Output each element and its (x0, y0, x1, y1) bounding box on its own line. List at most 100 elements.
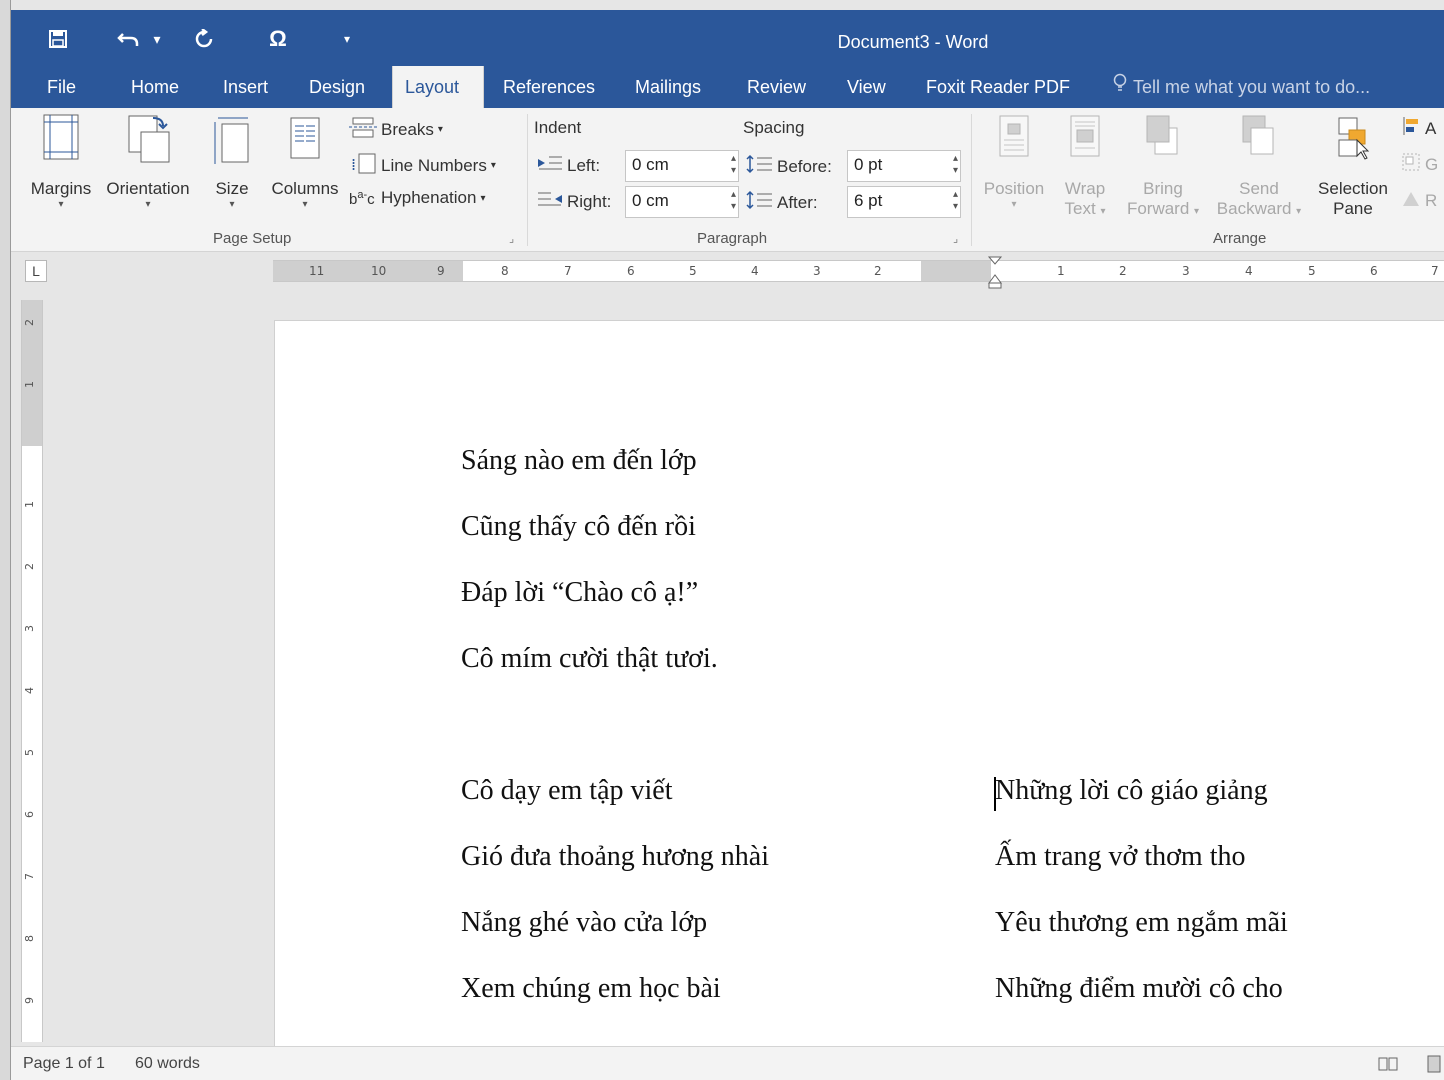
vertical-ruler-tick: 4 (23, 687, 36, 694)
vertical-ruler-tick: 3 (23, 625, 36, 632)
tab-design[interactable]: Design (309, 66, 365, 108)
hyphenation-dropdown-icon: ▾ (480, 192, 486, 204)
line-numbers-dropdown-icon: ▾ (490, 160, 496, 171)
spacing-before-icon (745, 154, 773, 179)
indent-right-spinner-icon[interactable]: ▴ ▾ (731, 189, 736, 213)
poem-line: Cũng thấy cô đến rồi (461, 511, 696, 542)
tab-insert[interactable]: Insert (223, 66, 268, 108)
line-numbers-button[interactable]: ⁞ Line Numbers ▾ (349, 152, 496, 179)
breaks-button[interactable]: Breaks ▾ (349, 116, 443, 143)
tab-selector-button[interactable]: L (25, 260, 47, 282)
spacing-after-spinner-icon[interactable]: ▴ ▾ (953, 189, 958, 213)
arrange-group-label: Arrange (1213, 230, 1267, 247)
spacing-before-spinner-icon[interactable]: ▴ ▾ (953, 153, 958, 177)
tab-review[interactable]: Review (747, 66, 806, 108)
ruler-tick: 5 (1308, 264, 1316, 278)
send-backward-label-2: Backward (1216, 199, 1292, 218)
group-button[interactable]: G (1401, 152, 1438, 177)
vertical-ruler-tick: 2 (23, 319, 36, 326)
poem-line-right-column: Những điểm mười cô cho (995, 973, 1283, 1004)
spacing-before-input[interactable]: 0 pt ▴ ▾ (847, 150, 961, 182)
document-page[interactable]: Sáng nào em đến lớp Cũng thấy cô đến rồi… (274, 320, 1444, 1046)
indent-right-input[interactable]: 0 cm ▴ ▾ (625, 186, 739, 218)
window-edge (0, 0, 10, 1080)
align-button[interactable]: A (1401, 116, 1436, 141)
page-count-status[interactable]: Page 1 of 1 (23, 1055, 105, 1073)
word-count-status[interactable]: 60 words (135, 1055, 200, 1073)
position-icon (977, 112, 1051, 171)
read-mode-icon[interactable] (1377, 1055, 1399, 1073)
bring-forward-button[interactable]: Bring Forward ▾ (1119, 112, 1207, 219)
columns-label: Columns (271, 179, 339, 198)
tab-view[interactable]: View (847, 66, 886, 108)
ruler-tick: 1 (1057, 264, 1065, 278)
hyphenation-icon: ba-c (349, 188, 375, 208)
ruler-tick: 6 (627, 264, 635, 278)
margins-button[interactable]: Margins ▾ (19, 112, 103, 210)
tell-me-box[interactable]: Tell me what you want to do... (1113, 66, 1370, 108)
size-label: Size (215, 179, 249, 198)
send-backward-button[interactable]: Send Backward ▾ (1211, 112, 1307, 219)
poem-line: Cô mím cười thật tươi. (461, 643, 718, 674)
title-bar: ▾ Ω ▾ Document3 - Word (11, 10, 1444, 66)
tab-file[interactable]: File (47, 66, 76, 108)
tab-references[interactable]: References (503, 66, 595, 108)
ruler-tick: 3 (813, 264, 821, 278)
line-numbers-icon: ⁞ (349, 152, 377, 179)
spacing-after-input[interactable]: 6 pt ▴ ▾ (847, 186, 961, 218)
orientation-label: Orientation (106, 179, 190, 198)
ruler-indent-gap (921, 261, 991, 281)
ribbon-tabs: File Home Insert Design Layout Reference… (11, 66, 1444, 108)
hyphenation-label: Hyphenation (381, 188, 477, 207)
tab-foxit-reader-pdf[interactable]: Foxit Reader PDF (926, 66, 1070, 108)
wrap-text-label-2: Text (1064, 199, 1096, 218)
hyphenation-button[interactable]: ba-c Hyphenation ▾ (349, 188, 486, 208)
group-divider (971, 114, 972, 246)
vertical-ruler-tick: 2 (23, 563, 36, 570)
indent-marker-icon[interactable] (987, 255, 1003, 294)
indent-right-label: Right: (537, 190, 611, 213)
vertical-ruler[interactable]: 2 1 1 2 3 4 5 6 7 8 9 (21, 300, 43, 1042)
ruler-row: L 11 10 9 8 7 6 5 4 3 2 1 2 3 4 5 6 7 (11, 252, 1444, 292)
word-window: ▾ Ω ▾ Document3 - Word File Home Insert … (10, 0, 1444, 1080)
spacing-before-label: Before: (745, 154, 832, 179)
rotate-button[interactable]: R (1401, 188, 1437, 213)
orientation-icon (99, 112, 197, 171)
wrap-text-icon (1055, 112, 1115, 171)
send-backward-icon (1211, 112, 1307, 171)
spacing-after-label: After: (745, 190, 818, 215)
indent-left-spinner-icon[interactable]: ▴ ▾ (731, 153, 736, 177)
vertical-ruler-tick: 8 (23, 935, 36, 942)
tab-mailings[interactable]: Mailings (635, 66, 701, 108)
ruler-tick: 4 (1245, 264, 1253, 278)
paragraph-launcher-icon[interactable]: ⌟ (953, 232, 958, 245)
page-setup-launcher-icon[interactable]: ⌟ (509, 232, 514, 245)
lightbulb-icon (1113, 66, 1133, 108)
poem-line: Đáp lời “Chào cô ạ!” (461, 577, 699, 608)
ruler-left-margin (273, 261, 463, 281)
poem-line-left-column: Cô dạy em tập viết (461, 775, 673, 806)
selection-pane-button[interactable]: Selection Pane (1311, 112, 1395, 219)
size-button[interactable]: Size ▾ (209, 112, 255, 210)
ruler-tick: 5 (689, 264, 697, 278)
align-icon (1401, 116, 1421, 141)
horizontal-ruler[interactable]: 11 10 9 8 7 6 5 4 3 2 1 2 3 4 5 6 7 (273, 256, 1444, 289)
indent-left-input[interactable]: 0 cm ▴ ▾ (625, 150, 739, 182)
ruler-tick: 7 (564, 264, 572, 278)
breaks-icon (349, 116, 377, 143)
vertical-ruler-tick: 6 (23, 811, 36, 818)
page-setup-group-label: Page Setup (213, 230, 292, 247)
wrap-text-button[interactable]: Wrap Text ▾ (1055, 112, 1115, 219)
ruler-tick: 10 (371, 264, 387, 278)
tab-layout[interactable]: Layout (392, 66, 484, 108)
tab-home[interactable]: Home (131, 66, 179, 108)
print-layout-icon[interactable] (1425, 1055, 1443, 1073)
vertical-ruler-tick: 9 (23, 997, 36, 1004)
bring-forward-icon (1119, 112, 1207, 171)
poem-line-right-column: Ấm trang vở thơm tho (995, 841, 1246, 872)
ruler-tick: 2 (1119, 264, 1127, 278)
position-button[interactable]: Position ▾ (977, 112, 1051, 210)
orientation-button[interactable]: Orientation ▾ (99, 112, 197, 210)
columns-button[interactable]: Columns ▾ (265, 112, 345, 210)
indent-left-icon (537, 154, 563, 177)
